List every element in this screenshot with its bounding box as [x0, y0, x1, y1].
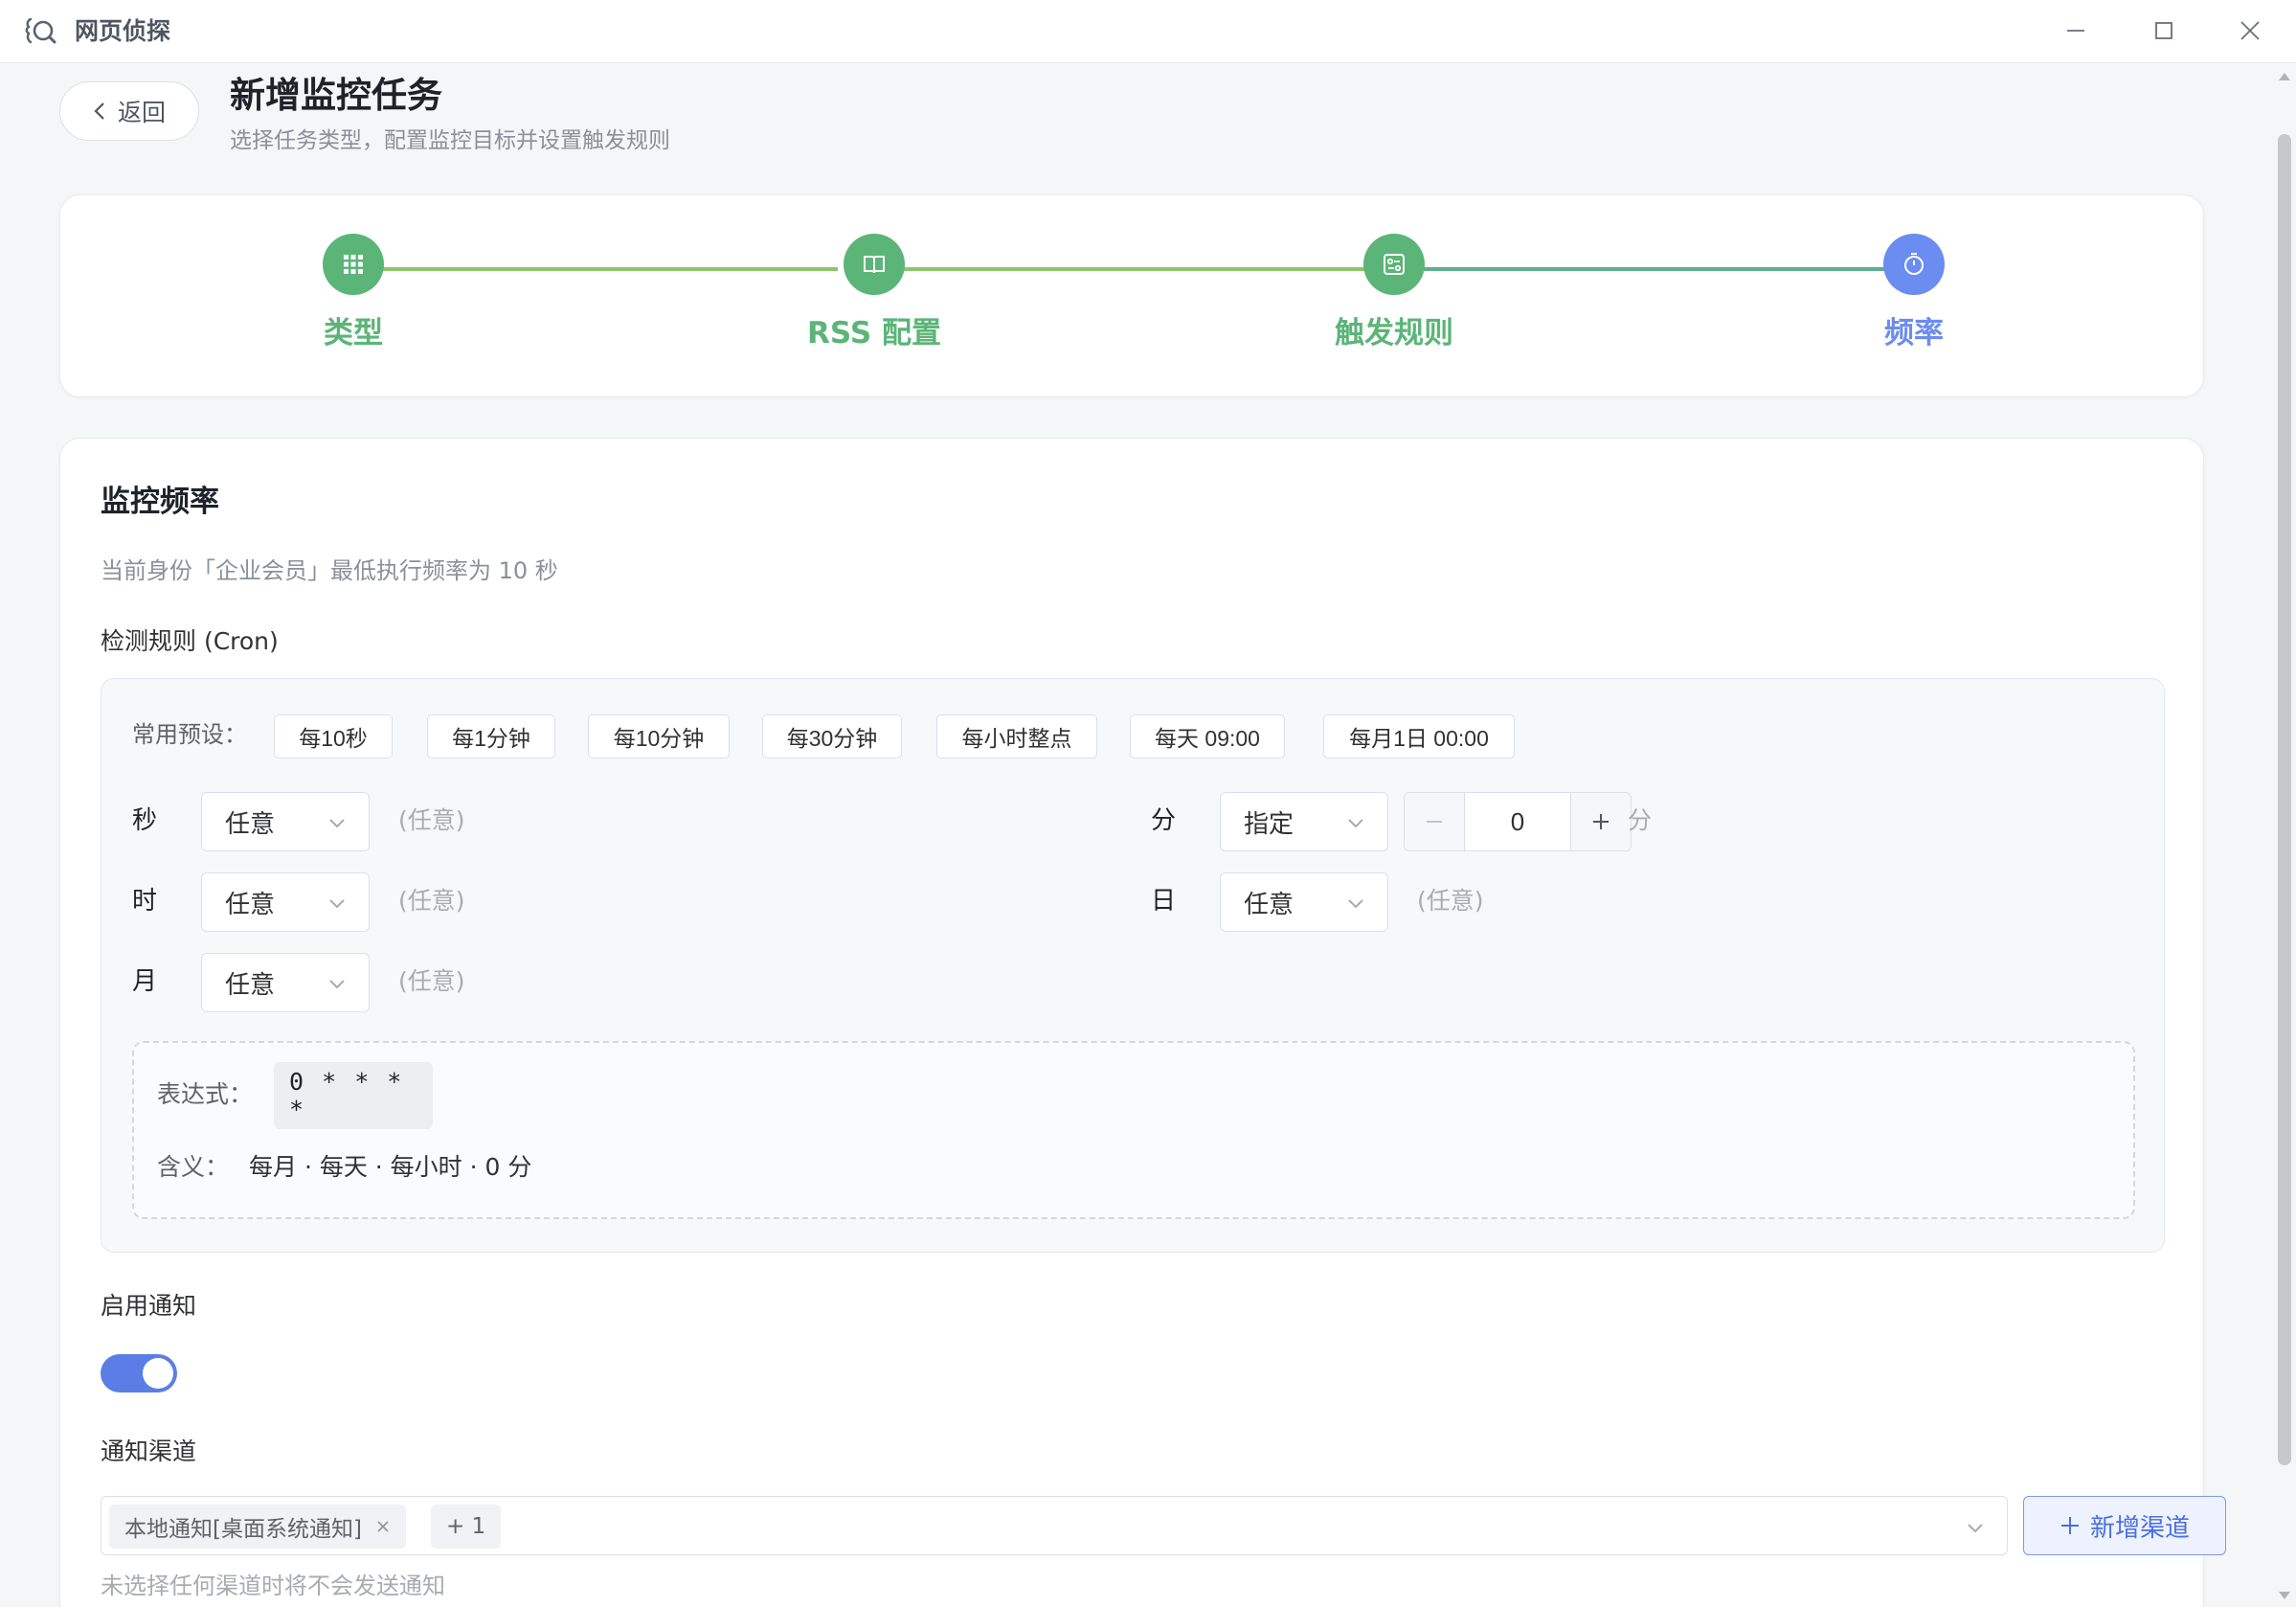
vertical-scrollbar[interactable]	[2273, 63, 2296, 1607]
step-frequency[interactable]: 频率	[1799, 234, 2029, 354]
add-channel-label: 新增渠道	[2089, 1513, 2190, 1543]
increment-button[interactable]	[1571, 793, 1631, 850]
steps-card: 类型 RSS 配置 触发规则 频率	[59, 194, 2204, 397]
hour-select[interactable]: 任意	[201, 872, 370, 932]
minute-value-input[interactable]: 0	[1464, 793, 1571, 850]
frequency-card: 监控频率 当前身份「企业会员」最低执行频率为 10 秒 检测规则 (Cron) …	[59, 438, 2226, 1607]
step-circle	[1883, 234, 1945, 295]
channel-label: 通知渠道	[101, 1437, 197, 1465]
app-title: 网页侦探	[75, 17, 171, 45]
step-circle	[1363, 234, 1425, 295]
day-note: (任意)	[1417, 887, 1484, 915]
plus-icon	[2060, 1517, 2079, 1534]
minimize-icon	[2067, 30, 2084, 32]
channel-tag: 本地通知[桌面系统通知]	[109, 1505, 406, 1549]
preset-button[interactable]: 每10秒	[274, 714, 393, 758]
back-label: 返回	[117, 99, 166, 126]
minute-select[interactable]: 指定	[1220, 792, 1388, 851]
plus-icon	[1593, 814, 1609, 829]
month-select[interactable]: 任意	[201, 953, 370, 1012]
add-channel-button[interactable]: 新增渠道	[2023, 1496, 2226, 1555]
step-label: 触发规则	[1335, 316, 1453, 351]
more-channels-tag: + 1	[431, 1505, 502, 1549]
preset-button[interactable]: 每天 09:00	[1130, 714, 1285, 758]
chevron-down-icon	[329, 819, 345, 828]
window-titlebar: 网页侦探	[0, 0, 2296, 63]
notification-toggle[interactable]	[101, 1354, 177, 1392]
meaning-label: 含义：	[157, 1153, 230, 1181]
enable-notification-label: 启用通知	[101, 1292, 197, 1320]
frequency-hint: 当前身份「企业会员」最低执行频率为 10 秒	[101, 557, 558, 584]
decrement-button[interactable]	[1405, 793, 1464, 850]
minus-icon	[1427, 821, 1442, 823]
preset-button[interactable]: 每月1日 00:00	[1323, 714, 1515, 758]
channel-tag-label: 本地通知[桌面系统通知]	[124, 1517, 362, 1542]
step-label: RSS 配置	[807, 316, 941, 351]
minute-select-value: 指定	[1244, 809, 1294, 839]
second-select-value: 任意	[225, 809, 276, 839]
month-note: (任意)	[398, 967, 465, 995]
close-window-button[interactable]	[2221, 10, 2279, 52]
channel-select[interactable]: 本地通知[桌面系统通知] + 1	[101, 1496, 2008, 1555]
chevron-down-icon	[1968, 1524, 1983, 1533]
page-subtitle: 选择任务类型，配置监控目标并设置触发规则	[230, 128, 670, 153]
book-icon	[864, 256, 885, 274]
back-button[interactable]: 返回	[59, 81, 199, 141]
hour-note: (任意)	[398, 887, 465, 915]
grid-icon	[344, 255, 363, 274]
day-select[interactable]: 任意	[1220, 872, 1388, 932]
preset-button[interactable]: 每1分钟	[427, 714, 555, 758]
cron-expression: 0 * * * *	[274, 1062, 433, 1129]
chevron-down-icon	[1348, 819, 1363, 828]
month-select-value: 任意	[225, 970, 276, 1000]
month-label: 月	[132, 967, 158, 996]
page-title: 新增监控任务	[230, 75, 442, 116]
preset-button[interactable]: 每30分钟	[762, 714, 902, 758]
minute-label: 分	[1151, 806, 1177, 835]
minute-stepper: 0	[1404, 792, 1632, 851]
maximize-icon	[2155, 22, 2172, 39]
second-label: 秒	[132, 806, 158, 835]
scroll-thumb[interactable]	[2278, 134, 2291, 1465]
minute-unit: 分	[1628, 806, 1653, 834]
expression-box: 表达式： 0 * * * * 含义： 每月 · 每天 · 每小时 · 0 分	[132, 1041, 2135, 1219]
step-label: 类型	[324, 316, 383, 351]
cron-builder: 常用预设： 每10秒 每1分钟 每10分钟 每30分钟 每小时整点 每天 09:…	[101, 678, 2165, 1253]
step-circle	[323, 234, 384, 295]
scroll-up-arrow-icon[interactable]	[2279, 73, 2290, 80]
day-select-value: 任意	[1244, 890, 1294, 919]
close-icon[interactable]	[375, 1519, 391, 1534]
chevron-down-icon	[329, 899, 345, 909]
expression-label: 表达式：	[157, 1080, 254, 1108]
hour-label: 时	[132, 887, 158, 916]
scroll-down-arrow-icon[interactable]	[2279, 1592, 2290, 1599]
maximize-button[interactable]	[2135, 10, 2193, 52]
app-logo-icon	[25, 17, 56, 44]
step-trigger-rules[interactable]: 触发规则	[1279, 234, 1509, 354]
section-title: 监控频率	[101, 485, 219, 519]
hour-select-value: 任意	[225, 890, 276, 919]
channel-hint: 未选择任何渠道时将不会发送通知	[101, 1573, 445, 1599]
step-type[interactable]: 类型	[238, 234, 468, 354]
rule-icon	[1384, 254, 1405, 275]
preset-button[interactable]: 每小时整点	[936, 714, 1097, 758]
second-select[interactable]: 任意	[201, 792, 370, 851]
chevron-down-icon	[1348, 899, 1363, 909]
chevron-down-icon	[329, 980, 345, 989]
preset-button[interactable]: 每10分钟	[588, 714, 730, 758]
chevron-left-icon	[94, 102, 104, 120]
day-label: 日	[1151, 887, 1177, 916]
step-rss-config[interactable]: RSS 配置	[759, 234, 989, 354]
preset-label: 常用预设：	[132, 721, 247, 748]
step-circle	[844, 234, 905, 295]
toggle-knob	[143, 1358, 173, 1389]
minimize-button[interactable]	[2047, 10, 2105, 52]
close-icon	[2240, 21, 2260, 40]
meaning-text: 每月 · 每天 · 每小时 · 0 分	[249, 1153, 532, 1181]
second-note: (任意)	[398, 806, 465, 834]
step-label: 频率	[1884, 316, 1944, 351]
timer-icon	[1904, 253, 1924, 275]
cron-label: 检测规则 (Cron)	[101, 627, 279, 655]
